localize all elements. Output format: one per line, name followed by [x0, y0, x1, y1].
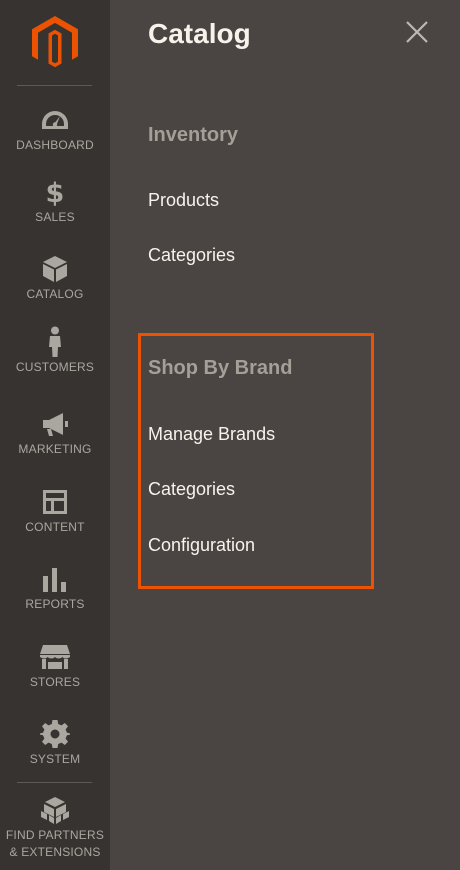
section-title-shop-by-brand: Shop By Brand — [148, 357, 293, 379]
person-icon — [47, 326, 63, 358]
close-icon — [406, 21, 428, 43]
cube-icon — [42, 253, 68, 285]
sidebar-item-label: FIND PARTNERS — [5, 828, 105, 842]
menu-link-brand-categories[interactable]: Categories — [148, 479, 235, 500]
sidebar-divider — [17, 782, 92, 783]
menu-link-manage-brands[interactable]: Manage Brands — [148, 424, 275, 445]
svg-text:$: $ — [46, 178, 65, 207]
sidebar-item-customers[interactable]: CUSTOMERS — [0, 326, 110, 375]
magento-logo[interactable] — [0, 0, 110, 86]
section-title-inventory: Inventory — [148, 124, 239, 146]
sidebar-item-label: STORES — [29, 675, 81, 689]
gear-icon — [40, 718, 70, 750]
bar-chart-icon — [41, 563, 69, 595]
sidebar-item-dashboard[interactable]: DASHBOARD — [0, 104, 110, 153]
catalog-submenu-panel: Catalog Inventory Products Categories Sh… — [110, 0, 460, 870]
menu-link-products[interactable]: Products — [148, 190, 219, 211]
sidebar-item-label: MARKETING — [18, 442, 92, 456]
sidebar-item-label: CONTENT — [25, 520, 85, 534]
sidebar-item-label: DASHBOARD — [16, 138, 94, 152]
sidebar-item-catalog[interactable]: CATALOG — [0, 253, 110, 302]
blocks-icon — [39, 794, 71, 826]
menu-link-categories[interactable]: Categories — [148, 245, 235, 266]
layout-icon — [42, 486, 68, 518]
sidebar-item-marketing[interactable]: MARKETING — [0, 408, 110, 457]
storefront-icon — [39, 641, 71, 673]
sidebar-item-content[interactable]: CONTENT — [0, 486, 110, 535]
sidebar-item-stores[interactable]: STORES — [0, 641, 110, 690]
dollar-icon: $ — [45, 176, 65, 208]
close-button[interactable] — [405, 20, 429, 44]
sidebar-item-find-partners[interactable]: FIND PARTNERS & EXTENSIONS — [0, 794, 110, 860]
megaphone-icon — [41, 408, 69, 440]
sidebar-item-label: REPORTS — [25, 597, 85, 611]
sidebar-divider — [17, 85, 92, 86]
sidebar-item-sales[interactable]: $ SALES — [0, 176, 110, 225]
panel-title: Catalog — [148, 18, 251, 49]
sidebar-item-label: SYSTEM — [29, 752, 81, 766]
magento-logo-icon — [32, 16, 78, 68]
sidebar-item-reports[interactable]: REPORTS — [0, 563, 110, 612]
sidebar-item-label: CUSTOMERS — [15, 360, 95, 374]
sidebar-item-label: SALES — [35, 210, 75, 224]
admin-sidebar: DASHBOARD $ SALES CATALOG CUSTOMERS MARK… — [0, 0, 110, 870]
sidebar-item-label: & EXTENSIONS — [9, 845, 101, 859]
menu-link-configuration[interactable]: Configuration — [148, 535, 255, 556]
dashboard-icon — [40, 104, 70, 136]
sidebar-item-system[interactable]: SYSTEM — [0, 718, 110, 767]
sidebar-item-label: CATALOG — [26, 287, 84, 301]
